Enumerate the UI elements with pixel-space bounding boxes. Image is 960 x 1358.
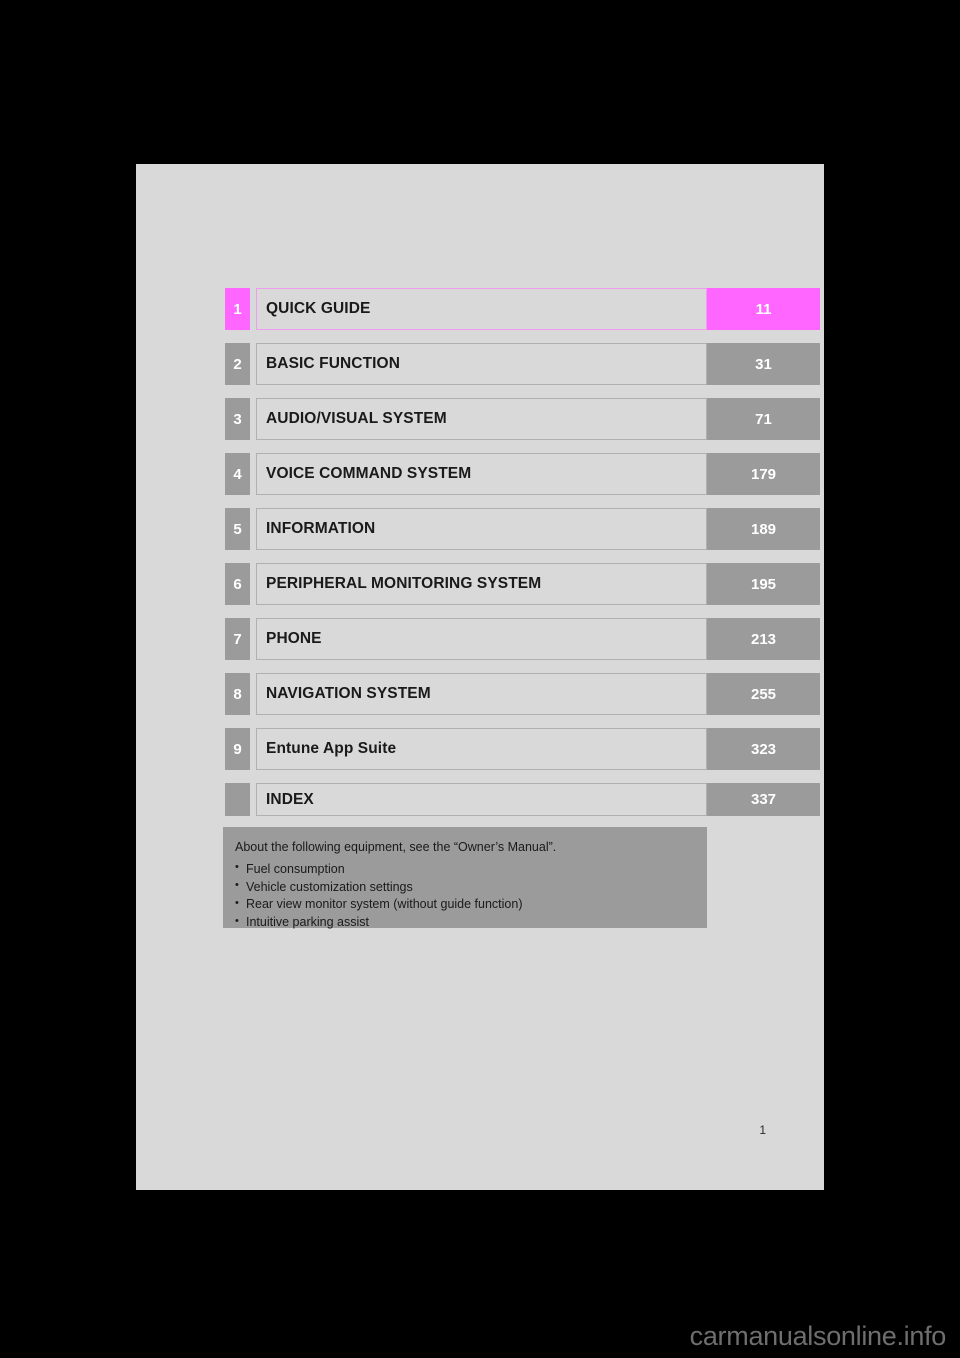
owners-manual-note-box: About the following equipment, see the “…: [223, 827, 707, 929]
toc-chapter-number: 7: [225, 618, 250, 660]
note-lead-text: About the following equipment, see the “…: [235, 840, 557, 854]
toc-title-label: INFORMATION: [266, 520, 376, 538]
toc-title-label: BASIC FUNCTION: [266, 355, 401, 373]
note-list-item: Fuel consumption: [235, 860, 707, 879]
toc-title-plate[interactable]: VOICE COMMAND SYSTEM: [256, 453, 707, 495]
toc-page-number: 11: [707, 288, 820, 330]
toc-row[interactable]: 6 PERIPHERAL MONITORING SYSTEM 195: [225, 563, 820, 605]
toc-title-label: AUDIO/VISUAL SYSTEM: [266, 410, 447, 428]
table-of-contents: 1 QUICK GUIDE 11 2 BASIC FUNCTION 31 3 AUDIO/VI…: [225, 288, 820, 816]
toc-title-label: PERIPHERAL MONITORING SYSTEM: [266, 575, 542, 593]
toc-chapter-number: 5: [225, 508, 250, 550]
toc-page-number: 213: [707, 618, 820, 660]
toc-title-label: INDEX: [266, 790, 314, 808]
note-list-item: Intuitive parking assist: [235, 914, 707, 932]
toc-page-number: 71: [707, 398, 820, 440]
toc-row[interactable]: 3 AUDIO/VISUAL SYSTEM 71: [225, 398, 820, 440]
toc-title-label: VOICE COMMAND SYSTEM: [266, 465, 472, 483]
toc-page-number: 31: [707, 343, 820, 385]
toc-title-label: QUICK GUIDE: [266, 300, 371, 318]
toc-title-plate[interactable]: PHONE: [256, 618, 707, 660]
toc-row[interactable]: 4 VOICE COMMAND SYSTEM 179: [225, 453, 820, 495]
toc-page-number: 323: [707, 728, 820, 770]
note-item-list: Fuel consumptionVehicle customization se…: [235, 860, 707, 932]
toc-chapter-number: [225, 783, 250, 816]
toc-title-label: Entune App Suite: [266, 740, 397, 758]
toc-row[interactable]: INDEX 337: [225, 783, 820, 816]
toc-title-label: PHONE: [266, 630, 322, 648]
note-list-item: Rear view monitor system (without guide …: [235, 896, 707, 914]
toc-chapter-number: 8: [225, 673, 250, 715]
toc-row[interactable]: 5 INFORMATION 189: [225, 508, 820, 550]
toc-title-label: NAVIGATION SYSTEM: [266, 685, 431, 703]
toc-page-number: 195: [707, 563, 820, 605]
toc-chapter-number: 1: [225, 288, 250, 330]
toc-page-number: 179: [707, 453, 820, 495]
toc-title-plate[interactable]: AUDIO/VISUAL SYSTEM: [256, 398, 707, 440]
toc-page-number: 189: [707, 508, 820, 550]
page-folio-number: 1: [759, 1123, 766, 1137]
toc-chapter-number: 3: [225, 398, 250, 440]
toc-title-plate[interactable]: NAVIGATION SYSTEM: [256, 673, 707, 715]
toc-row[interactable]: 7 PHONE 213: [225, 618, 820, 660]
toc-chapter-number: 4: [225, 453, 250, 495]
toc-title-plate[interactable]: INFORMATION: [256, 508, 707, 550]
manual-page: 1 QUICK GUIDE 11 2 BASIC FUNCTION 31 3 AUDIO/VI…: [136, 164, 824, 1190]
site-watermark: carmanualsonline.info: [689, 1321, 947, 1351]
toc-chapter-number: 2: [225, 343, 250, 385]
note-list-item: Vehicle customization settings: [235, 878, 707, 897]
toc-title-plate[interactable]: BASIC FUNCTION: [256, 343, 707, 385]
toc-row[interactable]: 1 QUICK GUIDE 11: [225, 288, 820, 330]
toc-title-plate[interactable]: QUICK GUIDE: [256, 288, 707, 330]
toc-title-plate[interactable]: INDEX: [256, 783, 707, 816]
toc-row[interactable]: 8 NAVIGATION SYSTEM 255: [225, 673, 820, 715]
toc-title-plate[interactable]: Entune App Suite: [256, 728, 707, 770]
toc-chapter-number: 9: [225, 728, 250, 770]
toc-row[interactable]: 9 Entune App Suite 323: [225, 728, 820, 770]
toc-title-plate[interactable]: PERIPHERAL MONITORING SYSTEM: [256, 563, 707, 605]
toc-row[interactable]: 2 BASIC FUNCTION 31: [225, 343, 820, 385]
toc-page-number: 255: [707, 673, 820, 715]
toc-page-number: 337: [707, 783, 820, 816]
toc-chapter-number: 6: [225, 563, 250, 605]
